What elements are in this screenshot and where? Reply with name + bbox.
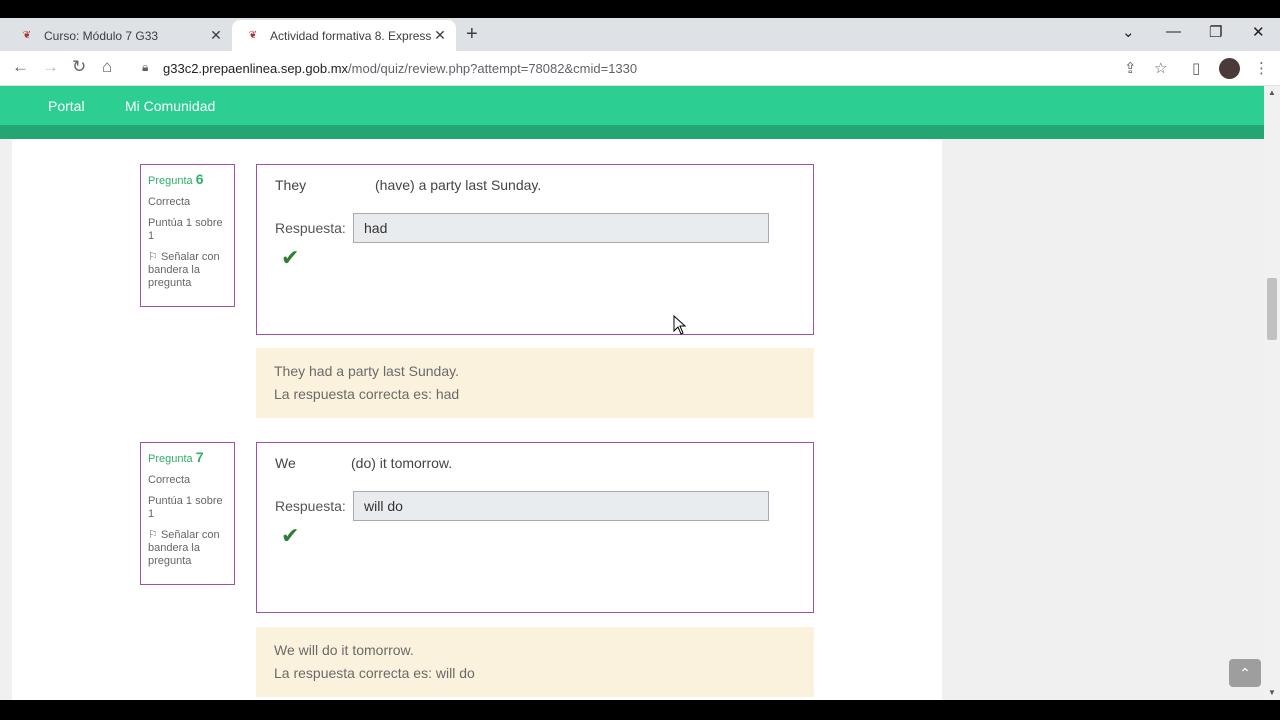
feedback-sentence: They had a party last Sunday.	[274, 363, 459, 379]
question-status: Correcta	[148, 196, 191, 208]
question-text-after: (have) a party last Sunday.	[375, 177, 542, 193]
tab-strip: ❦ Curso: Módulo 7 G33 ✕ ❦ Actividad form…	[0, 18, 1280, 51]
forward-icon[interactable]: →	[42, 57, 59, 77]
feedback-answer: La respuesta correcta es: will do	[274, 665, 475, 681]
browser-toolbar: ← → ↻ ⌂ 🔒︎ g33c2.prepaenlinea.sep.gob.mx…	[0, 51, 1280, 86]
new-tab-icon[interactable]: +	[466, 23, 478, 46]
menu-kebab-icon[interactable]: ⋮	[1254, 59, 1269, 77]
question-number: Pregunta 6	[148, 171, 227, 188]
home-icon[interactable]: ⌂	[102, 57, 112, 77]
bookmark-star-icon[interactable]: ☆	[1154, 59, 1167, 77]
flag-icon: ⚐	[148, 251, 158, 263]
question-info: Pregunta 6 Correcta Puntúa 1 sobre 1 ⚐ S…	[140, 164, 235, 307]
chevron-up-icon: ⌃	[1239, 665, 1251, 681]
question-score: Puntúa 1 sobre 1	[148, 495, 223, 520]
question-text-before: We	[275, 455, 296, 471]
feedback-box: We will do it tomorrow. La respuesta cor…	[256, 627, 814, 697]
close-tab-icon[interactable]: ✕	[432, 27, 448, 44]
question-box: We (do) it tomorrow. Respuesta: will do …	[256, 442, 814, 613]
question-number-value: 7	[195, 449, 204, 465]
url-text: g33c2.prepaenlinea.sep.gob.mx/mod/quiz/r…	[163, 61, 637, 76]
question-text-after: (do) it tomorrow.	[351, 455, 453, 471]
question-number-value: 6	[195, 171, 204, 187]
correct-check-icon: ✔	[281, 523, 300, 548]
response-label: Respuesta:	[275, 498, 346, 514]
flag-label: Señalar con bandera la pregunta	[148, 529, 220, 567]
question-status: Correcta	[148, 474, 191, 486]
site-favicon-icon: ❦	[248, 30, 258, 41]
question-number: Pregunta 7	[148, 449, 227, 466]
flag-icon: ⚐	[148, 529, 158, 541]
feedback-answer: La respuesta correcta es: had	[274, 386, 460, 402]
close-window-icon[interactable]: ✕	[1252, 23, 1265, 41]
address-bar[interactable]: 🔒︎ g33c2.prepaenlinea.sep.gob.mx/mod/qui…	[134, 55, 1180, 82]
flag-question-link[interactable]: ⚐ Señalar con bandera la pregunta	[148, 529, 227, 568]
response-field: had	[353, 213, 769, 243]
tab-search-icon[interactable]: ⌄	[1122, 23, 1135, 41]
url-domain: g33c2.prepaenlinea.sep.gob.mx	[163, 61, 349, 76]
feedback-sentence: We will do it tomorrow.	[274, 642, 414, 658]
scroll-down-icon[interactable]: ▼	[1268, 688, 1276, 697]
profile-avatar[interactable]	[1219, 58, 1240, 79]
minimize-icon[interactable]: —	[1166, 23, 1181, 40]
question-text-before: They	[275, 177, 307, 193]
reload-icon[interactable]: ↻	[72, 57, 86, 77]
feedback-box: They had a party last Sunday. La respues…	[256, 348, 814, 418]
side-panel-icon[interactable]: ▯	[1192, 59, 1200, 77]
correct-check-icon: ✔	[281, 245, 300, 270]
tab-title: Curso: Módulo 7 G33	[44, 28, 159, 43]
question-box: They (have) a party last Sunday. Respues…	[256, 164, 814, 335]
tab-title: Actividad formativa 8. Expressions	[270, 28, 432, 43]
restore-icon[interactable]: ❐	[1209, 23, 1222, 41]
share-icon[interactable]: ⇪	[1124, 59, 1137, 77]
mouse-cursor-icon	[673, 315, 687, 335]
nav-link-mi-comunidad[interactable]: Mi Comunidad	[125, 98, 215, 114]
question-info: Pregunta 7 Correcta Puntúa 1 sobre 1 ⚐ S…	[140, 442, 235, 585]
url-path: /mod/quiz/review.php?attempt=78082&cmid=…	[348, 61, 638, 76]
tab-activity[interactable]: ❦ Actividad formativa 8. Expressions ✕	[232, 20, 456, 51]
page-viewport: Portal Mi Comunidad Pregunta 6 Correcta …	[0, 86, 1264, 700]
back-to-top-button[interactable]: ⌃	[1229, 659, 1261, 687]
scrollbar-thumb[interactable]	[1267, 278, 1277, 340]
question-score: Puntúa 1 sobre 1	[148, 217, 223, 242]
site-navbar: Portal Mi Comunidad	[0, 86, 1264, 125]
flag-question-link[interactable]: ⚐ Señalar con bandera la pregunta	[148, 251, 227, 290]
flag-label: Señalar con bandera la pregunta	[148, 251, 220, 289]
page-scrollbar[interactable]: ▲ ▼	[1264, 86, 1280, 700]
navbar-band	[0, 125, 1264, 139]
lock-icon: 🔒︎	[142, 60, 149, 74]
site-favicon-icon: ❦	[22, 30, 32, 41]
scroll-up-icon[interactable]: ▲	[1268, 88, 1276, 97]
back-icon[interactable]: ←	[12, 57, 29, 77]
question-label: Pregunta	[148, 453, 193, 465]
question-label: Pregunta	[148, 175, 193, 187]
quiz-review-content: Pregunta 6 Correcta Puntúa 1 sobre 1 ⚐ S…	[12, 139, 942, 700]
response-label: Respuesta:	[275, 220, 346, 236]
browser-window: ❦ Curso: Módulo 7 G33 ✕ ❦ Actividad form…	[0, 0, 1280, 720]
close-tab-icon[interactable]: ✕	[208, 27, 224, 44]
tab-course[interactable]: ❦ Curso: Módulo 7 G33 ✕	[6, 20, 232, 51]
response-field: will do	[353, 491, 769, 521]
nav-link-portal[interactable]: Portal	[48, 98, 85, 114]
